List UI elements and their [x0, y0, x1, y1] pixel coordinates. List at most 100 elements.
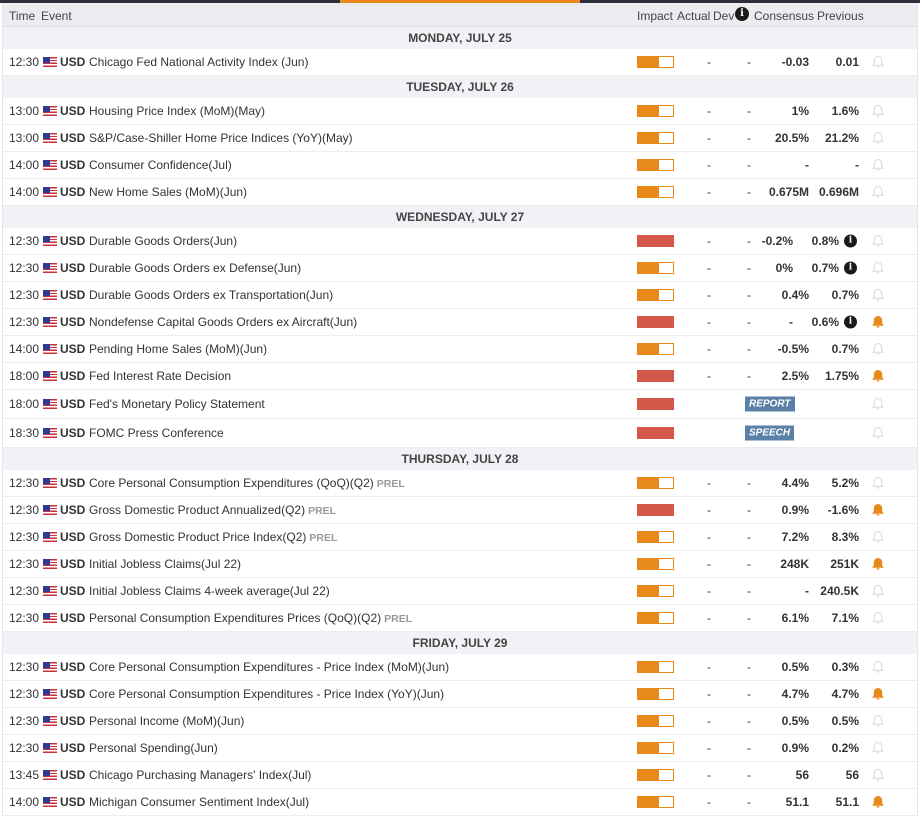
alert-bell-icon[interactable] [871, 476, 885, 490]
us-flag-icon [43, 559, 57, 569]
event-name[interactable]: Michigan Consumer Sentiment Index(Jul) [89, 795, 309, 809]
event-row[interactable]: 13:45 USD Chicago Purchasing Managers' Ind… [3, 762, 917, 789]
event-row[interactable]: 12:30 USD Chicago Fed National Activity In… [3, 49, 917, 76]
event-row[interactable]: 14:00 USD Pending Home Sales (MoM)(Jun) - - -… [3, 336, 917, 363]
alert-bell-icon[interactable] [871, 397, 885, 411]
alert-bell-icon[interactable] [871, 234, 885, 248]
event-name-text: Fed Interest Rate Decision [89, 369, 232, 383]
alert-bell-icon[interactable] [871, 288, 885, 302]
event-name[interactable]: Personal Income (MoM)(Jun) [89, 714, 244, 728]
event-name[interactable]: S&P/Case-Shiller Home Price Indices (YoY… [89, 131, 353, 145]
event-row[interactable]: 13:00 USD Housing Price Index (MoM)(May) - -… [3, 98, 917, 125]
alert-bell-icon[interactable] [871, 768, 885, 782]
alert-bell-active-icon[interactable] [871, 557, 885, 571]
event-row[interactable]: 12:30 USD Durable Goods Orders(Jun) - - -0.2%… [3, 228, 917, 255]
event-row[interactable]: 12:30 USD Gross Domestic Product Annualize… [3, 497, 917, 524]
event-row[interactable]: 12:30 USD Personal Spending(Jun) - - 0.9% 0.2% [3, 735, 917, 762]
event-name[interactable]: Initial Jobless Claims(Jul 22) [89, 557, 241, 571]
consensus-value: - [789, 315, 793, 329]
event-name[interactable]: FOMC Press Conference [89, 426, 224, 440]
event-row[interactable]: 12:30 USD Gross Domestic Product Price Ind… [3, 524, 917, 551]
alert-bell-active-icon[interactable] [871, 503, 885, 517]
event-row[interactable]: 18:30 USD FOMC Press Conference SPEECH [3, 419, 917, 448]
previous-value: 56 [845, 768, 859, 782]
event-name[interactable]: Personal Spending(Jun) [89, 741, 218, 755]
alert-bell-icon[interactable] [871, 530, 885, 544]
alert-bell-icon[interactable] [871, 741, 885, 755]
info-icon[interactable]: i [844, 261, 857, 275]
event-name[interactable]: Durable Goods Orders(Jun) [89, 234, 237, 248]
event-row[interactable]: 12:30 USD Durable Goods Orders ex Defense(… [3, 255, 917, 282]
alert-bell-icon[interactable] [871, 104, 885, 118]
event-time: 12:30 [9, 503, 40, 517]
alert-bell-icon[interactable] [871, 584, 885, 598]
event-row[interactable]: 12:30 USD Durable Goods Orders ex Transpor… [3, 282, 917, 309]
event-name[interactable]: Durable Goods Orders ex Defense(Jun) [89, 261, 301, 275]
alert-bell-icon[interactable] [871, 55, 885, 69]
alert-bell-active-icon[interactable] [871, 369, 885, 383]
event-name-text: Core Personal Consumption Expenditures (… [89, 476, 374, 490]
event-row[interactable]: 12:30 USD Initial Jobless Claims(Jul 22) - -… [3, 551, 917, 578]
event-row[interactable]: 14:00 USD Consumer Confidence(Jul) - - - - [3, 152, 917, 179]
info-icon[interactable]: i [844, 315, 857, 329]
alert-bell-icon[interactable] [871, 158, 885, 172]
event-row[interactable]: 14:00 USD New Home Sales (MoM)(Jun) - - 0.675… [3, 179, 917, 206]
dev-value: - [747, 714, 751, 728]
report-badge[interactable]: REPORT [745, 396, 795, 412]
event-name[interactable]: Core Personal Consumption Expenditures (… [89, 476, 405, 490]
currency: USD [60, 234, 86, 248]
event-name[interactable]: Gross Domestic Product Annualized(Q2) PRE… [89, 503, 336, 517]
alert-bell-icon[interactable] [871, 342, 885, 356]
event-row[interactable]: 12:30 USD Personal Consumption Expenditure… [3, 605, 917, 632]
currency: USD [60, 584, 86, 598]
impact-bar-high [637, 316, 674, 328]
alert-bell-active-icon[interactable] [871, 687, 885, 701]
event-row[interactable]: 18:00 USD Fed Interest Rate Decision - - 2.5%… [3, 363, 917, 390]
event-name[interactable]: Gross Domestic Product Price Index(Q2) PR… [89, 530, 337, 544]
alert-bell-icon[interactable] [871, 185, 885, 199]
event-name[interactable]: Housing Price Index (MoM)(May) [89, 104, 265, 118]
event-row[interactable]: 18:00 USD Fed's Monetary Policy Statement R… [3, 390, 917, 419]
event-name[interactable]: Fed's Monetary Policy Statement [89, 397, 265, 411]
event-name[interactable]: New Home Sales (MoM)(Jun) [89, 185, 247, 199]
event-name[interactable]: Chicago Fed National Activity Index (Jun… [89, 55, 308, 69]
alert-bell-icon[interactable] [871, 660, 885, 674]
event-row[interactable]: 12:30 USD Core Personal Consumption Expend… [3, 681, 917, 708]
info-icon[interactable]: i [844, 234, 857, 248]
alert-bell-icon[interactable] [871, 261, 885, 275]
alert-bell-icon[interactable] [871, 131, 885, 145]
event-row[interactable]: 12:30 USD Personal Income (MoM)(Jun) - - 0.5%… [3, 708, 917, 735]
currency: USD [60, 714, 86, 728]
alert-bell-active-icon[interactable] [871, 315, 885, 329]
event-row[interactable]: 14:00 USD Michigan Consumer Sentiment Inde… [3, 789, 917, 816]
speech-badge[interactable]: SPEECH [745, 425, 795, 441]
event-row[interactable]: 12:30 USD Nondefense Capital Goods Orders … [3, 309, 917, 336]
currency: USD [60, 530, 86, 544]
impact-bar-medium [637, 715, 674, 727]
dev-info-icon[interactable]: i [735, 7, 749, 21]
us-flag-icon [43, 662, 57, 672]
event-name[interactable]: Personal Consumption Expenditures Prices… [89, 611, 412, 625]
actual-value: - [707, 261, 711, 275]
col-actual: Actual [677, 9, 711, 23]
event-row[interactable]: 12:30 USD Initial Jobless Claims 4-week av… [3, 578, 917, 605]
previous-value: 4.7% [831, 687, 859, 701]
event-name[interactable]: Consumer Confidence(Jul) [89, 158, 232, 172]
alert-bell-active-icon[interactable] [871, 795, 885, 809]
event-row[interactable]: 12:30 USD Core Personal Consumption Expend… [3, 470, 917, 497]
event-name[interactable]: Core Personal Consumption Expenditures -… [89, 687, 444, 701]
alert-bell-icon[interactable] [871, 611, 885, 625]
alert-bell-icon[interactable] [871, 714, 885, 728]
event-name[interactable]: Chicago Purchasing Managers' Index(Jul) [89, 768, 311, 782]
event-row[interactable]: 13:00 USD S&P/Case-Shiller Home Price Indi… [3, 125, 917, 152]
event-name[interactable]: Fed Interest Rate Decision [89, 369, 231, 383]
event-name[interactable]: Initial Jobless Claims 4-week average(Ju… [89, 584, 330, 598]
event-name-text: Core Personal Consumption Expenditures -… [89, 687, 445, 701]
event-name[interactable]: Pending Home Sales (MoM)(Jun) [89, 342, 267, 356]
alert-bell-icon[interactable] [871, 426, 885, 440]
event-name[interactable]: Durable Goods Orders ex Transportation(J… [89, 288, 333, 302]
event-name[interactable]: Core Personal Consumption Expenditures -… [89, 660, 449, 674]
event-row[interactable]: 12:30 USD Core Personal Consumption Expend… [3, 654, 917, 681]
event-name[interactable]: Nondefense Capital Goods Orders ex Aircr… [89, 315, 357, 329]
event-name-text: Fed's Monetary Policy Statement [89, 397, 265, 411]
